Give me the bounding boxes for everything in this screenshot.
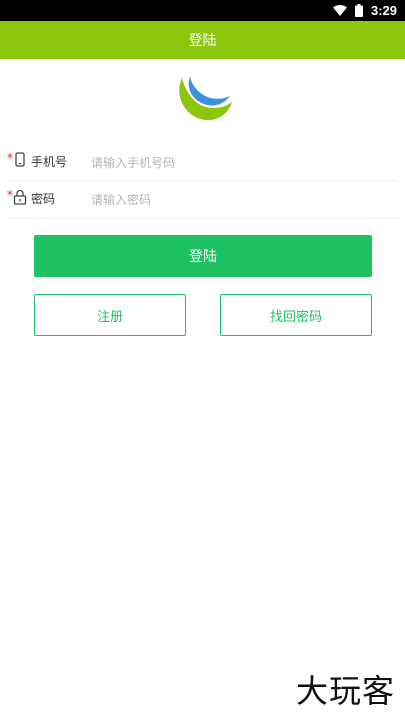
status-time: 3:29 — [370, 3, 397, 18]
phone-input[interactable] — [91, 153, 391, 173]
lock-icon — [13, 189, 27, 205]
divider — [7, 218, 398, 219]
register-button[interactable]: 注册 — [34, 294, 186, 336]
status-bar: 3:29 — [0, 0, 405, 21]
page-title: 登陆 — [188, 33, 217, 49]
login-button[interactable]: 登陆 — [34, 235, 372, 277]
wifi-icon — [332, 5, 347, 16]
phone-field-row: * 手机号 — [0, 144, 405, 181]
forgot-password-button[interactable]: 找回密码 — [220, 294, 372, 336]
phone-icon — [15, 152, 25, 167]
password-label: 密码 — [31, 192, 56, 206]
phone-label: 手机号 — [31, 155, 68, 169]
password-field-row: * 密码 — [0, 181, 405, 218]
watermark: 大玩客 — [295, 672, 395, 710]
status-icons: 3:29 — [332, 2, 397, 19]
password-input[interactable] — [91, 190, 391, 210]
battery-icon — [354, 4, 363, 17]
title-bar: 登陆 — [0, 21, 405, 59]
crescent-logo-icon — [179, 76, 232, 121]
